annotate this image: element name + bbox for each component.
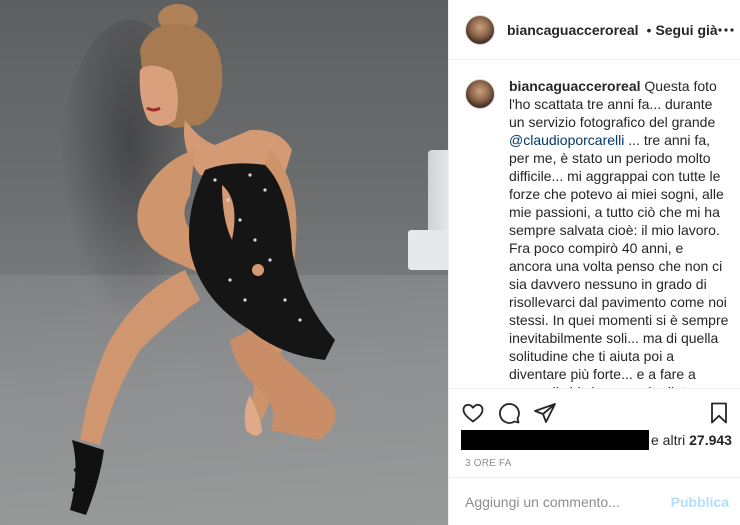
share-icon[interactable] [533, 401, 557, 425]
caption-text: biancaguacceroreal Questa foto l'ho scat… [509, 78, 729, 388]
caption-avatar[interactable] [465, 79, 495, 109]
publish-button[interactable]: Pubblica [671, 494, 729, 510]
bookmark-icon[interactable] [707, 401, 731, 425]
post-caption: biancaguacceroreal Questa foto l'ho scat… [465, 77, 729, 388]
instagram-post: biancaguacceroreal • Segui già biancagua… [0, 0, 740, 525]
heart-icon[interactable] [461, 401, 485, 425]
caption-username[interactable]: biancaguacceroreal [509, 78, 641, 94]
follow-button[interactable]: Segui già [655, 22, 717, 38]
likes-summary[interactable]: e altri 27.943 [461, 429, 740, 451]
post-header: biancaguacceroreal • Segui già [449, 0, 740, 60]
header-separator: • [646, 21, 652, 38]
likes-count[interactable]: e altri 27.943 [651, 432, 732, 448]
action-icons-bar [461, 399, 729, 429]
redacted-liker-names [461, 430, 649, 450]
comment-icon[interactable] [497, 401, 521, 425]
caption-mention-link[interactable]: @claudioporcarelli [509, 132, 624, 148]
more-options-icon[interactable] [718, 18, 734, 42]
comments-section[interactable]: biancaguacceroreal Questa foto l'ho scat… [449, 61, 740, 388]
add-comment-bar: Pubblica [449, 477, 740, 525]
post-photo[interactable] [0, 0, 448, 525]
comment-input[interactable] [465, 493, 671, 510]
avatar[interactable] [465, 14, 495, 45]
post-side-panel: biancaguacceroreal • Segui già biancagua… [448, 0, 740, 525]
header-username[interactable]: biancaguacceroreal [507, 22, 639, 38]
photo-subject [70, 4, 336, 515]
post-timestamp[interactable]: 3 ore fa [465, 458, 512, 469]
